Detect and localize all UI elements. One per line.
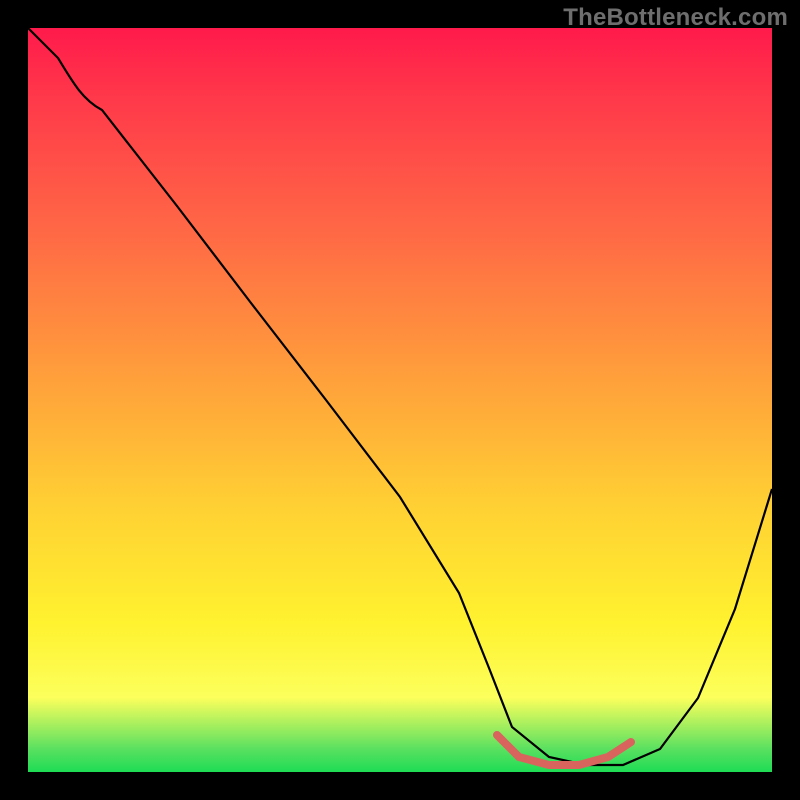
curve-svg bbox=[28, 28, 772, 772]
chart-frame: TheBottleneck.com bbox=[0, 0, 800, 800]
watermark-text: TheBottleneck.com bbox=[563, 4, 788, 32]
plot-area bbox=[28, 28, 772, 772]
bottleneck-curve-path bbox=[28, 28, 772, 765]
